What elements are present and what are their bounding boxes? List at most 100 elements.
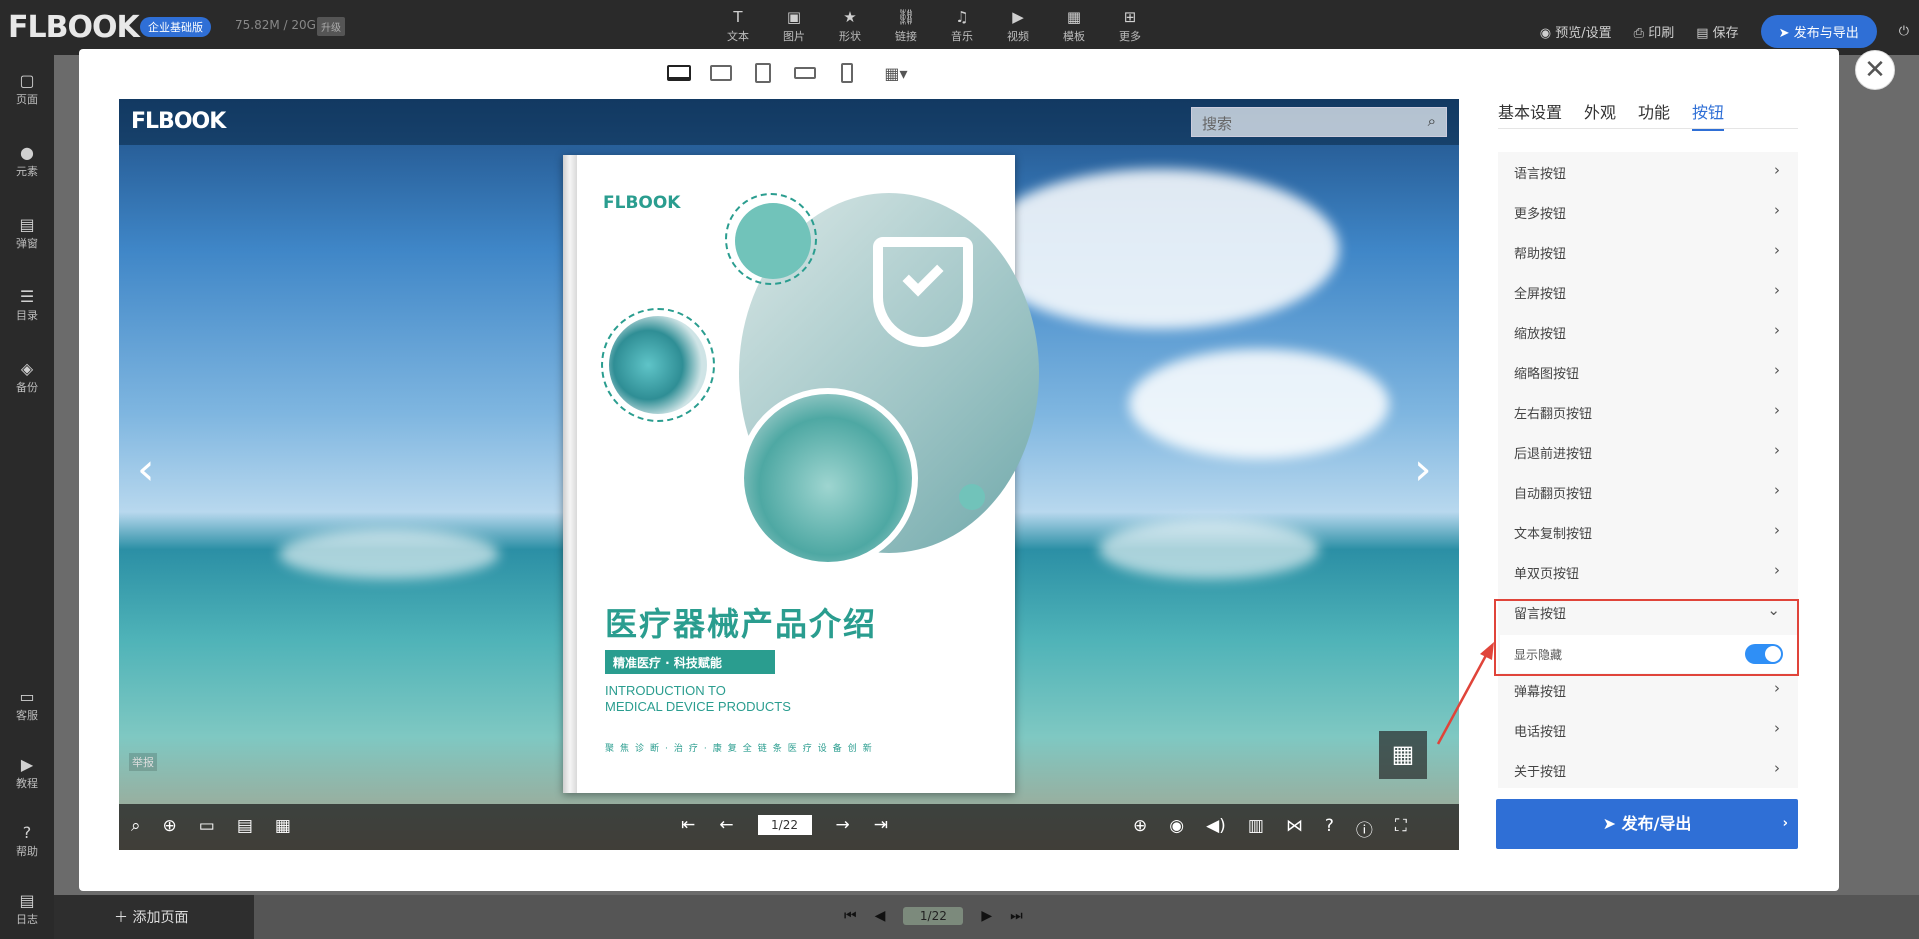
chevron-right-icon: › — [1774, 321, 1780, 339]
close-icon[interactable]: ✕ — [1855, 50, 1895, 90]
prev-page-icon[interactable]: ← — [719, 815, 733, 835]
list-item-about-button[interactable]: 关于按钮 › — [1498, 750, 1798, 790]
settings-tabs: 基本设置 外观 功能 按钮 — [1498, 99, 1725, 131]
next-arrow-icon[interactable]: › — [1414, 444, 1432, 495]
tab-appearance[interactable]: 外观 — [1584, 99, 1616, 131]
insert-toolbar: T 文本 ▣ 图片 ★ 形状 ⛓ 链接 ♫ 音乐 ▶ 视频 ▦ 模板 ⊞ 更多 — [715, 8, 1153, 44]
chevron-right-icon: › — [1774, 161, 1780, 179]
tool-video[interactable]: ▶ 视频 — [995, 8, 1041, 44]
sidebar-label: 日志 — [16, 913, 38, 926]
search-icon[interactable]: ⌕ — [1428, 112, 1436, 130]
phone-landscape-icon[interactable] — [792, 62, 818, 84]
sidebar-item-toc[interactable]: ☰ 目录 — [0, 287, 54, 323]
search-icon[interactable]: ⌕ — [131, 816, 141, 836]
sidebar-label: 弹窗 — [16, 237, 38, 250]
qr-code-icon[interactable]: ▦ — [1379, 731, 1427, 779]
prev-arrow-icon[interactable]: ‹ — [137, 444, 155, 495]
next-page-icon[interactable]: → — [836, 815, 850, 835]
save-button[interactable]: ▤ 保存 — [1696, 22, 1738, 41]
tab-function[interactable]: 功能 — [1638, 99, 1670, 131]
tab-buttons[interactable]: 按钮 — [1692, 99, 1725, 131]
sound-icon[interactable]: ◀) — [1206, 816, 1226, 841]
sidebar-item-elements[interactable]: ● 元素 — [0, 143, 54, 179]
first-page-icon[interactable]: ⇤ — [681, 815, 695, 835]
prev-page-icon[interactable]: ◀ — [875, 908, 886, 924]
thumbnails-icon[interactable]: ▦ — [275, 816, 291, 836]
tool-shape[interactable]: ★ 形状 — [827, 8, 873, 44]
publish-export-button[interactable]: ➤ 发布与导出 — [1760, 15, 1877, 48]
list-item-language-button[interactable]: 语言按钮 › — [1498, 152, 1798, 192]
last-page-icon[interactable]: ⇥ — [874, 815, 888, 835]
book-english-title: INTRODUCTION TO MEDICAL DEVICE PRODUCTS — [605, 683, 791, 715]
tool-image[interactable]: ▣ 图片 — [771, 8, 817, 44]
page-icon: ▢ — [19, 71, 35, 90]
fullscreen-icon[interactable]: ⛶ — [1395, 816, 1407, 841]
sidebar-item-tutorial[interactable]: ▶ 教程 — [0, 755, 54, 791]
tool-link[interactable]: ⛓ 链接 — [883, 8, 929, 44]
next-page-icon[interactable]: ▶ — [981, 908, 992, 924]
list-item-autoflip-button[interactable]: 自动翻页按钮 › — [1498, 472, 1798, 512]
toolbar-left-group: ⌕ ⊕ ▭ ▤ ▦ — [131, 816, 291, 836]
globe-icon[interactable]: ⊕ — [163, 816, 177, 836]
sidebar-item-support[interactable]: ▭ 客服 — [0, 687, 54, 723]
publish-export-panel-button[interactable]: ➤ 发布/导出 › — [1496, 799, 1798, 849]
tool-music[interactable]: ♫ 音乐 — [939, 8, 985, 44]
page-indicator-input[interactable]: 1/22 — [757, 815, 812, 835]
chevron-right-icon: › — [1774, 361, 1780, 379]
sidebar-item-help[interactable]: ? 帮助 — [0, 823, 54, 859]
desktop-icon[interactable] — [666, 62, 692, 84]
list-item-flip-lr-button[interactable]: 左右翻页按钮 › — [1498, 392, 1798, 432]
list-item-more-button[interactable]: 更多按钮 › — [1498, 192, 1798, 232]
preview-settings-button[interactable]: ◉ 预览/设置 — [1540, 22, 1612, 41]
toc-icon[interactable]: ▤ — [237, 816, 253, 836]
info-icon[interactable]: ⓘ — [1356, 816, 1373, 841]
list-item-thumbnail-button[interactable]: 缩略图按钮 › — [1498, 352, 1798, 392]
print-button[interactable]: ⎙ 印刷 — [1634, 22, 1675, 41]
image-icon: ▣ — [786, 8, 802, 26]
print-label: 印刷 — [1648, 26, 1675, 41]
single-double-page-icon[interactable]: ▥ — [1248, 816, 1264, 841]
tablet-portrait-icon[interactable] — [750, 62, 776, 84]
tablet-landscape-icon[interactable] — [708, 62, 734, 84]
share-icon[interactable]: ⋈ — [1286, 816, 1303, 841]
tool-more[interactable]: ⊞ 更多 — [1107, 8, 1153, 44]
chevron-right-icon: › — [1774, 679, 1780, 697]
book-cover[interactable]: FLBOOK 医疗器械产品介绍 精准医疗 · 科技赋能 INTRODUCTION… — [563, 155, 1039, 793]
preview-search-input[interactable]: 搜索 ⌕ — [1191, 107, 1447, 137]
last-page-icon[interactable]: ⏭ — [1010, 908, 1023, 924]
editor-page-indicator[interactable]: 1/22 — [903, 907, 964, 925]
top-actions: ◉ 预览/设置 ⎙ 印刷 ▤ 保存 ➤ 发布与导出 ⏻ — [1540, 15, 1909, 48]
list-item-back-forward-button[interactable]: 后退前进按钮 › — [1498, 432, 1798, 472]
list-item-danmaku-button[interactable]: 弹幕按钮 › — [1498, 670, 1798, 710]
power-icon[interactable]: ⏻ — [1899, 24, 1909, 39]
report-link[interactable]: 举报 — [129, 753, 157, 771]
sidebar-item-log[interactable]: ▤ 日志 — [0, 891, 54, 927]
help-icon[interactable]: ? — [1325, 816, 1334, 841]
toolbar-right-group: ⊕ ◉ ◀) ▥ ⋈ ? ⓘ ⛶ — [1133, 816, 1407, 841]
chevron-right-icon: › — [1774, 521, 1780, 539]
sidebar-item-pages[interactable]: ▢ 页面 — [0, 71, 54, 107]
sidebar-item-backup[interactable]: ◈ 备份 — [0, 359, 54, 395]
list-item-phone-button[interactable]: 电话按钮 › — [1498, 710, 1798, 750]
sidebar-item-popups[interactable]: ▤ 弹窗 — [0, 215, 54, 251]
first-page-icon[interactable]: ⏮ — [844, 908, 857, 924]
tab-basic-settings[interactable]: 基本设置 — [1498, 99, 1562, 131]
list-item-zoom-button[interactable]: 缩放按钮 › — [1498, 312, 1798, 352]
cloud-decoration — [1129, 349, 1389, 459]
qr-code-dropdown-icon[interactable]: ▦▾ — [876, 62, 916, 84]
list-item-fullscreen-button[interactable]: 全屏按钮 › — [1498, 272, 1798, 312]
tabs-divider — [1498, 128, 1798, 129]
comment-icon[interactable]: ▭ — [199, 816, 215, 836]
list-item-help-button[interactable]: 帮助按钮 › — [1498, 232, 1798, 272]
row-label: 更多按钮 — [1514, 207, 1567, 222]
tool-text[interactable]: T 文本 — [715, 8, 761, 44]
list-item-single-double-button[interactable]: 单双页按钮 › — [1498, 552, 1798, 592]
list-item-text-copy-button[interactable]: 文本复制按钮 › — [1498, 512, 1798, 552]
phone-portrait-icon[interactable] — [834, 62, 860, 84]
add-page-button[interactable]: ＋ 添加页面 — [54, 895, 254, 939]
autoplay-icon[interactable]: ◉ — [1169, 816, 1184, 841]
en-line-2: MEDICAL DEVICE PRODUCTS — [605, 699, 791, 714]
tool-template[interactable]: ▦ 模板 — [1051, 8, 1097, 44]
upgrade-button[interactable]: 升级 — [317, 17, 345, 36]
zoom-in-icon[interactable]: ⊕ — [1133, 816, 1147, 841]
